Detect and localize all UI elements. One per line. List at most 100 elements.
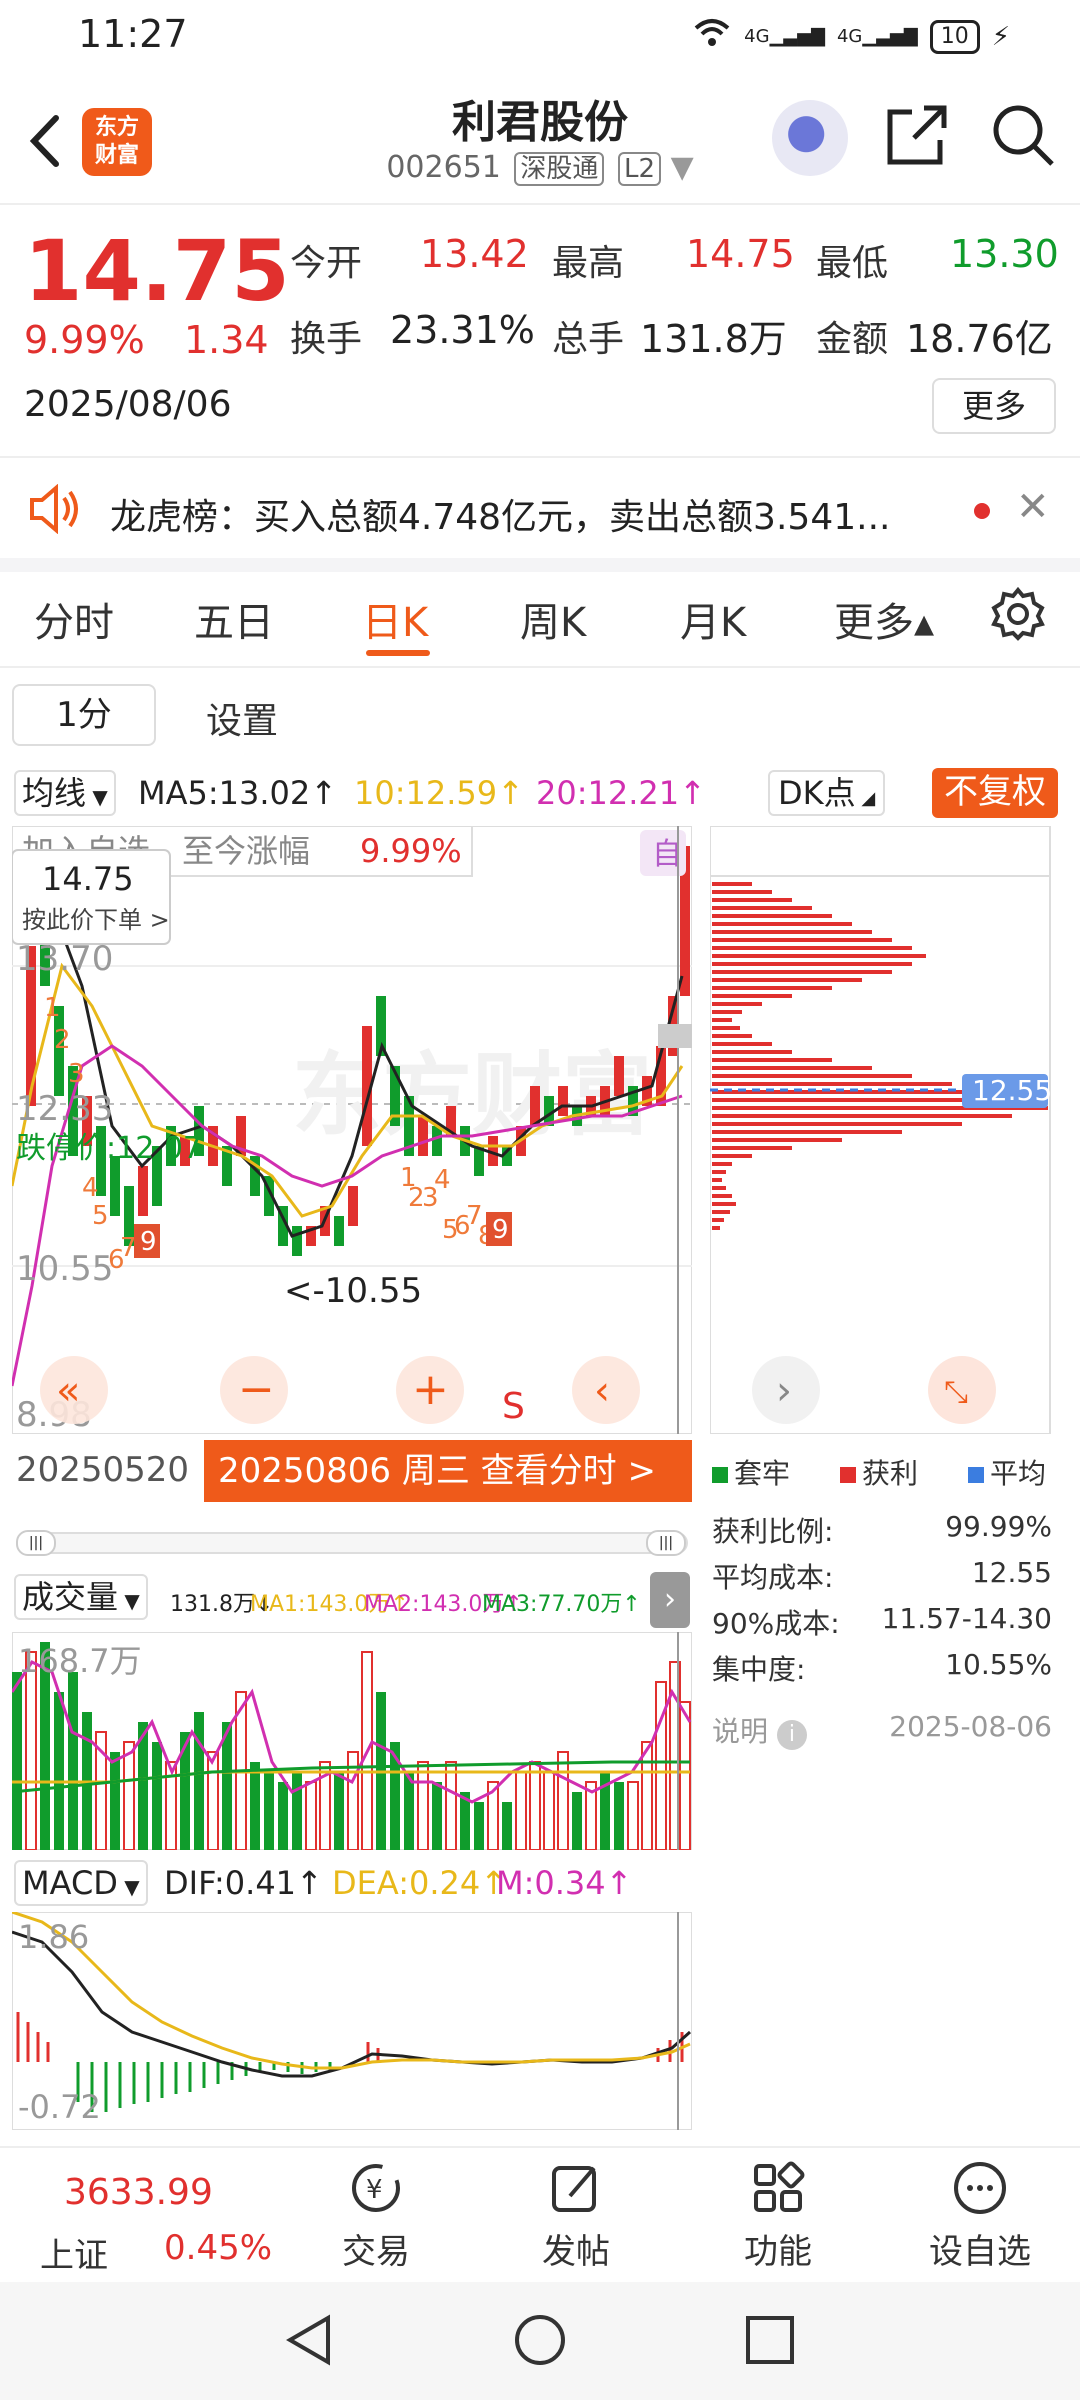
system-home-icon[interactable] (512, 2312, 568, 2368)
chart-tabs: 分时 五日 日K 周K 月K 更多▴ (0, 572, 1080, 668)
range-scrollbar[interactable] (16, 1532, 688, 1554)
change-amount: 1.34 (184, 318, 269, 362)
wifi-icon (692, 18, 732, 55)
amount-label: 金额 (816, 319, 889, 360)
tab-more[interactable]: 更多▴ (834, 590, 934, 648)
macd-select[interactable]: MACD ▼ (14, 1860, 148, 1906)
macd-y-top: 1.86 (18, 1918, 89, 1956)
post-icon (552, 2166, 596, 2212)
sell-marker: S (502, 1386, 525, 1427)
view-intraday-button[interactable]: 20250806 周三 查看分时 > (204, 1440, 692, 1502)
start-date-label: 20250520 (16, 1450, 190, 1490)
divider (0, 456, 1080, 458)
svg-text:‹: ‹ (594, 1368, 610, 1414)
period-selector[interactable]: 1分 (12, 684, 156, 746)
dk-point-button[interactable]: DK点 ◢ (768, 770, 886, 816)
ma5-value: MA5:13.02↑ (138, 774, 338, 812)
tab-five-day[interactable]: 五日 (194, 590, 274, 648)
share-button[interactable] (884, 102, 950, 168)
unread-dot (974, 503, 990, 519)
low-value: 13.30 (950, 232, 1059, 276)
volume-ma3: MA3:77.70万↑ (482, 1592, 641, 1617)
volume-label: 总手 (552, 319, 625, 360)
index-value[interactable]: 3633.99 (64, 2172, 213, 2213)
more-dots-icon (954, 2162, 1006, 2214)
charging-icon: ⚡ (991, 21, 1010, 52)
svg-text:2: 2 (54, 1025, 71, 1055)
tab-intraday[interactable]: 分时 (34, 590, 114, 648)
period-settings-button[interactable]: 设置 (206, 692, 278, 744)
tab-daily-k[interactable]: 日K (362, 590, 428, 648)
nav-trade[interactable]: ¥ 交易 (306, 2160, 446, 2273)
ma20-value: 20:12.21↑ (536, 774, 706, 812)
nav-post[interactable]: 发帖 (506, 2160, 646, 2273)
avg-cost-tag: 12.55 (972, 1074, 1052, 1107)
signal-icon-1: 4G▁▃▅▇ (744, 26, 825, 47)
tab-monthly-k[interactable]: 月K (680, 590, 746, 648)
legend-profit: 获利 (840, 1452, 918, 1492)
settings-gear-icon[interactable] (990, 586, 1046, 646)
macd-y-bottom: -0.72 (18, 2088, 101, 2126)
kline-chart[interactable]: 东方财富 123 456 7 1234 567 9 9 9.99% 自 14.7… (12, 826, 692, 1434)
section-gap (0, 558, 1080, 572)
legend-trapped: 套牢 (712, 1452, 790, 1492)
y-label-top: 13.70 (16, 939, 113, 979)
index-name: 上证 (40, 2236, 108, 2276)
chip-distribution-chart[interactable]: 12.55 › ⤡ (710, 826, 1052, 1434)
battery-icon: 10 (929, 19, 980, 54)
macd-chart: 1.86 -0.72 (12, 1912, 692, 2130)
level2-tag: L2 (617, 152, 662, 186)
ma-select[interactable]: 均线 ▼ (14, 770, 116, 816)
volume-y-top: 168.7万 (18, 1642, 142, 1680)
volume-chart: 168.7万 (12, 1632, 692, 1850)
high-value: 14.75 (686, 232, 795, 276)
banner-text: 龙虎榜：买入总额4.748亿元，卖出总额3.541... (110, 497, 891, 538)
search-button[interactable] (990, 102, 1056, 168)
open-label: 今开 (290, 243, 363, 284)
status-icons: 4G▁▃▅▇ 4G▁▃▅▇ 10 ⚡ (692, 18, 1010, 55)
no-adjust-button[interactable]: 不复权 (932, 768, 1058, 818)
high-label: 最高 (552, 243, 625, 284)
svg-text:5: 5 (92, 1201, 109, 1231)
cost-90-value: 11.57-14.30 (881, 1602, 1052, 1635)
system-recents-icon[interactable] (744, 2314, 796, 2366)
svg-text:东方财富: 东方财富 (292, 1043, 652, 1148)
svg-text:1: 1 (44, 993, 61, 1023)
profit-ratio-value: 99.99% (945, 1510, 1052, 1543)
active-tab-indicator (366, 650, 430, 656)
change-percent: 9.99% (24, 318, 145, 362)
scroll-handle-right[interactable]: ||| (646, 1530, 686, 1556)
macd-dea: DEA:0.24↑ (332, 1864, 508, 1902)
dropdown-icon: ▼ (670, 150, 694, 185)
price-tag-value: 14.75 (42, 860, 134, 898)
limit-down-label: 跌停价:12.07 (16, 1131, 202, 1166)
header: 东方 财富 利君股份 002651 深股通 L2 ▼ (0, 80, 1080, 205)
last-price: 14.75 (24, 222, 290, 320)
turnover-label: 换手 (290, 319, 363, 360)
svg-text:4: 4 (82, 1173, 99, 1203)
overlay-pct: 9.99% (360, 832, 462, 870)
close-icon[interactable]: ✕ (1016, 484, 1050, 530)
signal-icon-2: 4G▁▃▅▇ (836, 26, 918, 47)
low-marker: <-10.55 (284, 1271, 422, 1311)
index-pct: 0.45% (164, 2228, 273, 2268)
nav-functions[interactable]: 功能 (708, 2160, 848, 2273)
volume-select[interactable]: 成交量 ▼ (14, 1574, 148, 1620)
dragon-tiger-banner[interactable]: 龙虎榜：买入总额4.748亿元，卖出总额3.541... (0, 462, 1080, 558)
amount-value: 18.76亿 (906, 317, 1053, 361)
tab-weekly-k[interactable]: 周K (520, 590, 586, 648)
scroll-handle-left[interactable]: ||| (16, 1530, 56, 1556)
search-icon (993, 105, 1054, 166)
nav-add-watchlist[interactable]: 设自选 (910, 2160, 1050, 2273)
order-hint: 按此价下单 > (22, 906, 170, 934)
system-back-icon[interactable] (284, 2312, 334, 2368)
legend-average: 平均 (968, 1452, 1046, 1492)
assistant-robot-icon[interactable] (772, 100, 848, 176)
more-quote-button[interactable]: 更多 (932, 378, 1056, 434)
shenguotong-tag: 深股通 (514, 152, 605, 186)
share-icon (887, 105, 947, 165)
y-label-low: 10.55 (16, 1249, 113, 1289)
expand-panel-button[interactable]: › (650, 1572, 690, 1628)
quote-date: 2025/08/06 (24, 384, 232, 425)
svg-text:¥: ¥ (366, 2175, 383, 2205)
